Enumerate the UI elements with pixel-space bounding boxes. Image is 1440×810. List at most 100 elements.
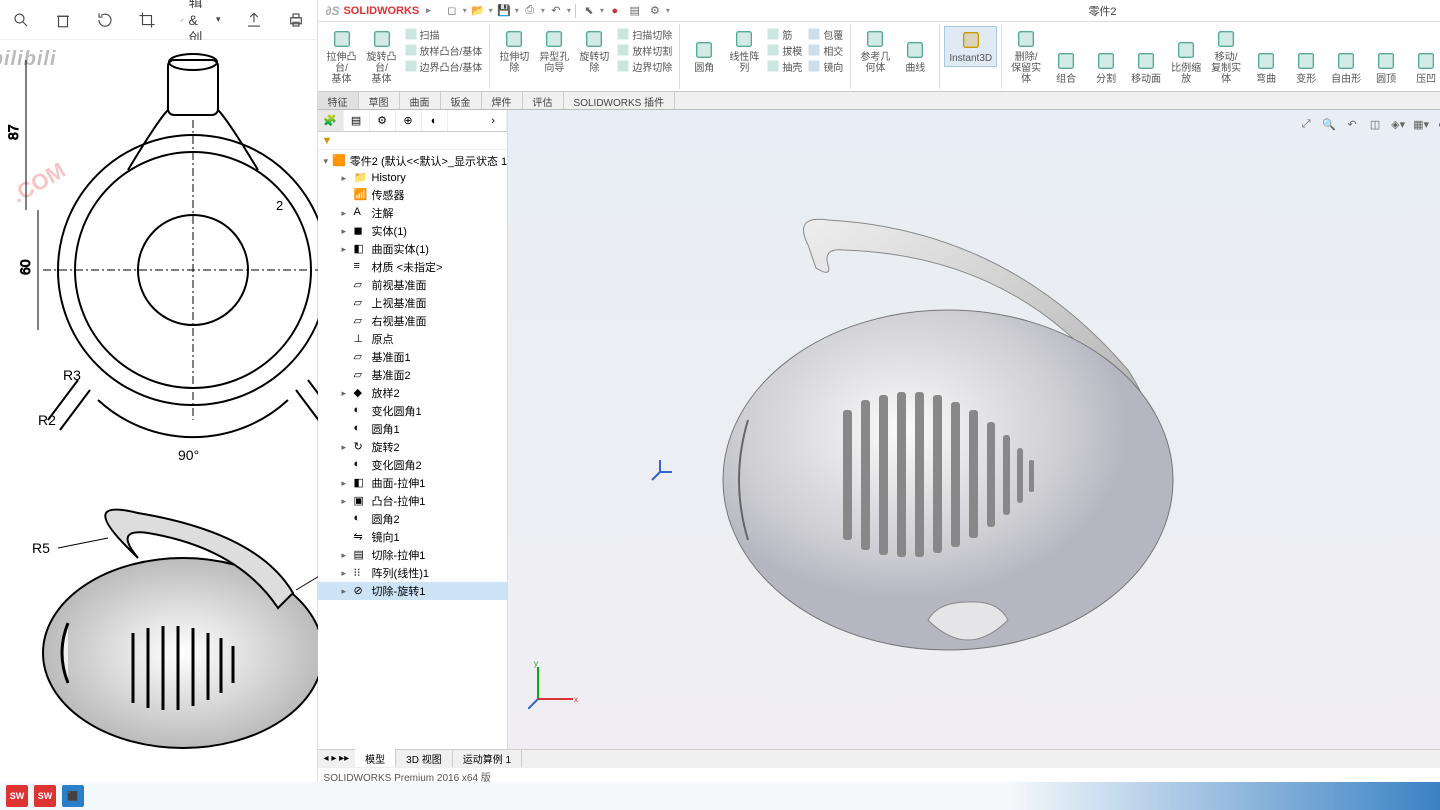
cm-tab-钣金[interactable]: 钣金	[441, 92, 482, 109]
bottom-tab-运动算例 1[interactable]: 运动算例 1	[453, 749, 522, 768]
ribbon-btn-拉伸切除[interactable]: 拉伸切除	[494, 26, 534, 76]
ribbon-small-拔模[interactable]: 拔模	[764, 42, 805, 58]
expand-tab-icon[interactable]: ›	[481, 110, 507, 131]
tree-item-上视基准面[interactable]: ▱上视基准面	[318, 294, 507, 312]
view-orient-icon[interactable]: ◈▾	[1388, 114, 1408, 134]
select-icon[interactable]: ⬉	[580, 2, 598, 20]
expand-icon[interactable]: ▸	[342, 478, 350, 489]
section-view-icon[interactable]: ◫	[1365, 114, 1385, 134]
tree-item-圆角1[interactable]: ◐圆角1	[318, 420, 507, 438]
cm-tab-评估[interactable]: 评估	[523, 92, 564, 109]
cm-tab-焊件[interactable]: 焊件	[482, 92, 523, 109]
new-icon[interactable]: ◻	[443, 2, 461, 20]
tree-item-右视基准面[interactable]: ▱右视基准面	[318, 312, 507, 330]
rebuild-icon[interactable]: ●	[606, 2, 624, 20]
taskbar-app-2-icon[interactable]: SW	[34, 785, 56, 807]
tree-item-阵列(线性)1[interactable]: ▸⁝⁝阵列(线性)1	[318, 564, 507, 582]
ribbon-small-边界凸台/基体[interactable]: 边界凸台/基体	[402, 58, 486, 74]
undo-icon[interactable]: ↶	[547, 2, 565, 20]
ribbon-small-相交[interactable]: 相交	[805, 42, 846, 58]
ribbon-small-包覆[interactable]: 包覆	[805, 26, 846, 42]
feature-tree-tab-icon[interactable]: 🧩	[318, 110, 344, 131]
tree-item-材质 <未指定>[interactable]: ≡材质 <未指定>	[318, 258, 507, 276]
settings-icon[interactable]: ⚙	[646, 2, 664, 20]
delete-icon[interactable]	[54, 11, 72, 29]
open-icon[interactable]: 📂	[469, 2, 487, 20]
tree-item-History[interactable]: ▸📁History	[318, 170, 507, 186]
ribbon-btn-弯曲[interactable]: 弯曲	[1246, 26, 1286, 87]
ribbon-btn-参考几何体[interactable]: 参考几何体	[855, 26, 895, 76]
ribbon-small-扫描切除[interactable]: 扫描切除	[614, 26, 675, 42]
ribbon-btn-自由形[interactable]: 自由形	[1326, 26, 1366, 87]
expand-icon[interactable]: ▸	[342, 208, 350, 219]
tree-item-圆角2[interactable]: ◐圆角2	[318, 510, 507, 528]
tree-item-镜向1[interactable]: ⇋镜向1	[318, 528, 507, 546]
expand-icon[interactable]: ▸	[342, 388, 350, 399]
tree-item-注解[interactable]: ▸A注解	[318, 204, 507, 222]
options-menu-icon[interactable]: ▤	[626, 2, 644, 20]
bottom-tab-3D 视图[interactable]: 3D 视图	[396, 749, 453, 768]
tree-filter[interactable]: ▼	[318, 132, 507, 150]
tree-item-前视基准面[interactable]: ▱前视基准面	[318, 276, 507, 294]
config-manager-tab-icon[interactable]: ⚙	[370, 110, 396, 131]
dimxpert-tab-icon[interactable]: ⊕	[396, 110, 422, 131]
tree-item-曲面-拉伸1[interactable]: ▸◧曲面-拉伸1	[318, 474, 507, 492]
tree-item-放样2[interactable]: ▸◆放样2	[318, 384, 507, 402]
print-icon[interactable]	[287, 11, 305, 29]
prev-view-icon[interactable]: ↶	[1342, 114, 1362, 134]
expand-icon[interactable]: ▸	[342, 244, 350, 255]
save-icon[interactable]: 💾	[495, 2, 513, 20]
ribbon-btn-比例缩放[interactable]: 比例缩放	[1166, 26, 1206, 87]
ribbon-btn-组合[interactable]: 组合	[1046, 26, 1086, 87]
tree-item-基准面2[interactable]: ▱基准面2	[318, 366, 507, 384]
zoom-icon[interactable]	[12, 11, 30, 29]
display-style-icon[interactable]: ▦▾	[1411, 114, 1431, 134]
ribbon-btn-圆顶[interactable]: 圆顶	[1366, 26, 1406, 87]
hide-show-icon[interactable]: ◐▾	[1434, 114, 1440, 134]
share-icon[interactable]	[245, 11, 263, 29]
tree-root[interactable]: ▾ 🟧 零件2 (默认<<默认>_显示状态 1>)	[318, 152, 507, 170]
display-manager-tab-icon[interactable]: ◐	[422, 110, 448, 131]
ribbon-btn-旋转切除[interactable]: 旋转切除	[574, 26, 614, 76]
expand-icon[interactable]: ▸	[342, 568, 350, 579]
expand-icon[interactable]: ▸	[342, 442, 350, 453]
tree-item-基准面1[interactable]: ▱基准面1	[318, 348, 507, 366]
tree-item-切除-旋转1[interactable]: ▸⊘切除-旋转1	[318, 582, 507, 600]
ribbon-btn-变形[interactable]: 变形	[1286, 26, 1326, 87]
ribbon-small-放样切割[interactable]: 放样切割	[614, 42, 675, 58]
expand-icon[interactable]: ▸	[342, 550, 350, 561]
ribbon-btn-曲线[interactable]: 曲线	[895, 26, 935, 76]
print-icon[interactable]: ⎙	[521, 2, 539, 20]
cm-tab-曲面[interactable]: 曲面	[400, 92, 441, 109]
expand-icon[interactable]: ▸	[342, 586, 350, 597]
taskbar-app-1-icon[interactable]: SW	[6, 785, 28, 807]
ribbon-small-放样凸台/基体[interactable]: 放样凸台/基体	[402, 42, 486, 58]
ribbon-btn-移动面[interactable]: 移动面	[1126, 26, 1166, 87]
ribbon-btn-圆角[interactable]: 圆角	[684, 26, 724, 76]
expand-icon[interactable]: ▸	[342, 173, 350, 184]
tree-item-变化圆角2[interactable]: ◐变化圆角2	[318, 456, 507, 474]
ribbon-btn-异型孔向导[interactable]: 异型孔向导	[534, 26, 574, 76]
ribbon-small-扫描[interactable]: 扫描	[402, 26, 486, 42]
expand-icon[interactable]: ▸	[342, 226, 350, 237]
tree-item-凸台-拉伸1[interactable]: ▸▣凸台-拉伸1	[318, 492, 507, 510]
crop-icon[interactable]	[138, 11, 156, 29]
tree-item-切除-拉伸1[interactable]: ▸▤切除-拉伸1	[318, 546, 507, 564]
tree-item-曲面实体(1)[interactable]: ▸◧曲面实体(1)	[318, 240, 507, 258]
ribbon-small-筋[interactable]: 筋	[764, 26, 805, 42]
ribbon-btn-Instant3D[interactable]: Instant3D	[944, 26, 997, 67]
property-manager-tab-icon[interactable]: ▤	[344, 110, 370, 131]
ribbon-small-镜向[interactable]: 镜向	[805, 58, 846, 74]
tree-item-变化圆角1[interactable]: ◐变化圆角1	[318, 402, 507, 420]
tree-item-原点[interactable]: ⊥原点	[318, 330, 507, 348]
rotate-icon[interactable]	[96, 11, 114, 29]
cm-tab-SOLIDWORKS 插件[interactable]: SOLIDWORKS 插件	[564, 92, 676, 109]
ribbon-btn-移动/复制实体[interactable]: 移动/复制实体	[1206, 26, 1246, 87]
ribbon-btn-分割[interactable]: 分割	[1086, 26, 1126, 87]
ribbon-btn-删除/保留实体[interactable]: 删除/保留实体	[1006, 26, 1046, 87]
zoom-fit-icon[interactable]: ⤢	[1296, 114, 1316, 134]
ribbon-btn-压凹[interactable]: 压凹	[1406, 26, 1440, 87]
tree-item-实体(1)[interactable]: ▸◼实体(1)	[318, 222, 507, 240]
graphics-area[interactable]: ⤢ 🔍 ↶ ◫ ◈▾ ▦▾ ◐▾ 🎨▾ 👁▾ ▭▾	[508, 110, 1440, 749]
ribbon-btn-线性阵列[interactable]: 线性阵列	[724, 26, 764, 76]
